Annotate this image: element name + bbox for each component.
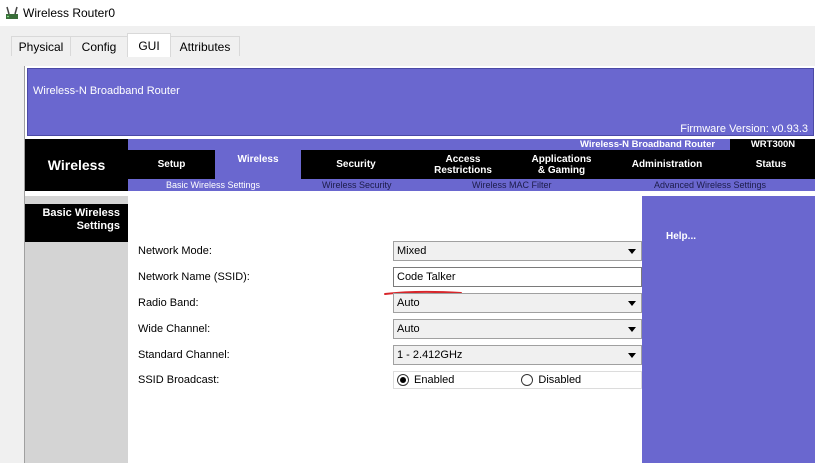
tab-status[interactable]: Status: [726, 150, 815, 179]
router-name: Wireless-N Broadband Router: [33, 85, 180, 97]
ssid-broadcast-enabled-radio[interactable]: [397, 374, 409, 386]
firmware-version: Firmware Version: v0.93.3: [680, 123, 808, 135]
help-panel: Help...: [642, 196, 815, 463]
dropdown-arrow-icon: [628, 301, 636, 306]
standard-channel-value: 1 - 2.412GHz: [397, 349, 463, 361]
main-tabs: Setup Wireless Security Access Restricti…: [128, 139, 815, 179]
disabled-label: Disabled: [538, 374, 582, 386]
wide-channel-label: Wide Channel:: [138, 323, 211, 335]
standard-channel-select[interactable]: 1 - 2.412GHz: [393, 345, 642, 365]
ssid-label: Network Name (SSID):: [138, 271, 250, 283]
ssid-input[interactable]: Code Talker: [393, 267, 642, 287]
window-title: Wireless Router0: [23, 6, 116, 20]
router-header: Wireless-N Broadband Router Firmware Ver…: [27, 68, 814, 136]
tab-applications-gaming[interactable]: Applications & Gaming: [515, 150, 608, 179]
subtab-advanced-wireless-settings[interactable]: Advanced Wireless Settings: [654, 179, 766, 191]
gui-content-area: Wireless-N Broadband Router Firmware Ver…: [0, 56, 815, 463]
tab-access-restrictions[interactable]: Access Restrictions: [411, 150, 515, 179]
tab-physical[interactable]: Physical: [11, 36, 71, 56]
device-tabs: Physical Config GUI Attributes: [0, 26, 815, 82]
subtab-wireless-mac-filter[interactable]: Wireless MAC Filter: [472, 179, 552, 191]
sub-tabs: Basic Wireless Settings Wireless Securit…: [128, 179, 815, 191]
dropdown-arrow-icon: [628, 353, 636, 358]
router-app-icon: [6, 6, 18, 19]
dropdown-arrow-icon: [628, 249, 636, 254]
tab-setup[interactable]: Setup: [128, 150, 215, 179]
main-navigation: Wireless Wireless-N Broadband Router WRT…: [25, 139, 815, 191]
ssid-value: Code Talker: [397, 271, 456, 283]
ssid-broadcast-disabled-radio[interactable]: [521, 374, 534, 386]
product-label: Wireless-N Broadband Router: [580, 139, 716, 150]
radio-band-select[interactable]: Auto: [393, 293, 642, 313]
dropdown-arrow-icon: [628, 327, 636, 332]
radio-band-value: Auto: [397, 297, 420, 309]
enabled-label: Enabled: [414, 374, 455, 386]
network-mode-value: Mixed: [397, 245, 427, 257]
network-mode-label: Network Mode:: [138, 245, 212, 257]
window-titlebar: Wireless Router0: [0, 0, 815, 26]
radio-band-label: Radio Band:: [138, 297, 199, 309]
tab-gui[interactable]: GUI: [127, 33, 171, 57]
model-label: WRT300N: [730, 139, 815, 150]
tab-administration[interactable]: Administration: [608, 150, 726, 179]
section-title: Wireless: [25, 139, 128, 191]
ssid-broadcast-options: Enabled Disabled: [393, 371, 642, 389]
ssid-broadcast-label: SSID Broadcast:: [138, 374, 220, 386]
tab-config[interactable]: Config: [70, 36, 128, 56]
tab-attributes[interactable]: Attributes: [170, 36, 240, 56]
network-mode-select[interactable]: Mixed: [393, 241, 642, 261]
wide-channel-select[interactable]: Auto: [393, 319, 642, 339]
wide-channel-value: Auto: [397, 323, 420, 335]
subtab-basic-wireless-settings[interactable]: Basic Wireless Settings: [166, 179, 260, 191]
subtab-wireless-security[interactable]: Wireless Security: [322, 179, 392, 191]
page-section-title: Basic Wireless Settings: [25, 204, 128, 242]
router-web-page: Wireless-N Broadband Router Firmware Ver…: [24, 66, 815, 463]
left-column: Basic Wireless Settings: [25, 196, 128, 463]
help-link[interactable]: Help...: [666, 231, 696, 242]
tab-security[interactable]: Security: [301, 150, 411, 179]
tab-wireless[interactable]: Wireless: [215, 139, 301, 179]
standard-channel-label: Standard Channel:: [138, 349, 230, 361]
